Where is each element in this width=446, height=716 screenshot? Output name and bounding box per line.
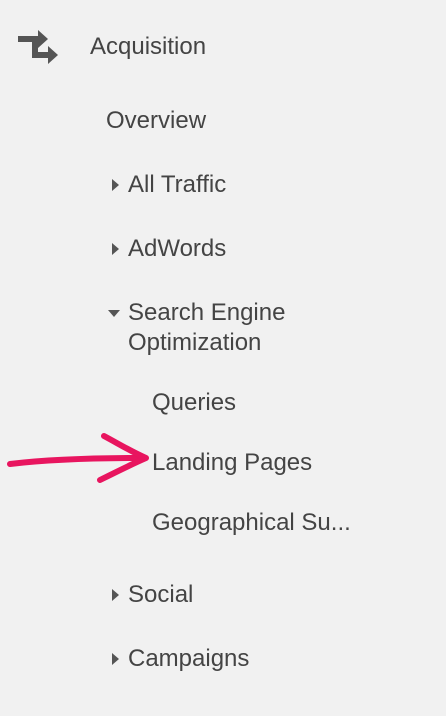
nav-item-adwords-label: AdWords [128,235,227,262]
caret-right-icon [112,179,119,191]
acquisition-arrows-icon [14,26,62,72]
nav-subitem-landing-pages[interactable]: Landing Pages [152,448,312,478]
nav-item-social-label: Social [128,581,194,608]
acquisition-nav: Acquisition Overview All Traffic AdWords… [0,0,446,716]
nav-item-all-traffic-label: All Traffic [128,171,227,198]
caret-right-icon [112,243,119,255]
caret-down-icon [108,310,120,317]
caret-right-icon [112,589,119,601]
caret-right-icon [112,653,119,665]
pointer-arrow-icon [7,433,149,483]
acquisition-title: Acquisition [90,33,207,60]
nav-item-seo-label-line1: Search Engine [128,299,286,326]
nav-item-seo-label-line2: Optimization [128,329,262,356]
nav-item-campaigns-label: Campaigns [128,645,250,672]
nav-subitem-queries[interactable]: Queries [152,388,236,418]
nav-subitem-geographical-summary[interactable]: Geographical Su... [152,508,351,538]
nav-item-overview[interactable]: Overview [106,106,206,136]
